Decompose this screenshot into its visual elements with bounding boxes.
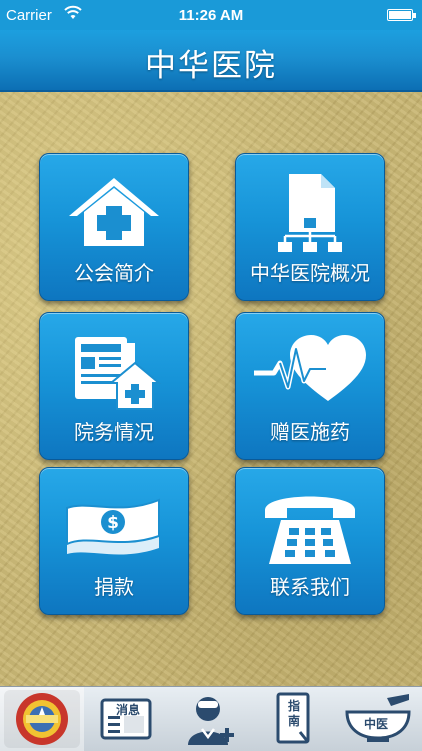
tile-label: 赠医施药	[270, 420, 350, 444]
tab-tcm-label: 中医	[364, 717, 389, 731]
tile-association-intro[interactable]: 公会简介	[39, 153, 189, 301]
heartbeat-icon	[236, 327, 384, 415]
menu-grid: 公会简介 中华医院概况 院务情况 赠医施药 $ 捐款 联系我们	[0, 92, 422, 686]
money-icon: $	[40, 482, 188, 570]
tab-tcm[interactable]: 中医	[336, 687, 420, 751]
page-title: 中华医院	[145, 48, 277, 84]
tile-contact-us[interactable]: 联系我们	[235, 467, 385, 615]
svg-text:$: $	[107, 513, 119, 533]
tab-bar: 消息 指南 中医	[0, 686, 422, 751]
status-bar: Carrier 11:26 AM	[0, 0, 422, 30]
tab-news-label: 消息	[116, 703, 141, 717]
tab-guide[interactable]: 指南	[252, 687, 336, 751]
nav-bar: 中华医院	[0, 30, 422, 92]
tile-label: 公会简介	[74, 261, 154, 285]
telephone-icon	[236, 482, 384, 570]
tab-doctor[interactable]	[168, 687, 252, 751]
tile-label: 中华医院概况	[250, 261, 370, 285]
tab-guide-label: 指南	[287, 699, 300, 728]
tile-free-medicine[interactable]: 赠医施药	[235, 312, 385, 460]
tab-news[interactable]: 消息	[84, 687, 168, 751]
emblem-icon	[16, 693, 68, 745]
tile-hospital-affairs[interactable]: 院务情况	[39, 312, 189, 460]
tile-label: 联系我们	[270, 575, 350, 599]
clock: 11:26 AM	[178, 7, 244, 24]
news-house-icon	[40, 327, 188, 415]
tab-emblem[interactable]	[0, 687, 84, 751]
doctor-icon	[188, 697, 234, 745]
tile-donation[interactable]: $ 捐款	[39, 467, 189, 615]
tile-label: 院务情况	[74, 420, 154, 444]
battery-icon	[387, 9, 416, 21]
document-sitemap-icon	[236, 168, 384, 256]
tile-label: 捐款	[94, 575, 134, 599]
tile-hospital-overview[interactable]: 中华医院概况	[235, 153, 385, 301]
house-medical-icon	[40, 168, 188, 256]
